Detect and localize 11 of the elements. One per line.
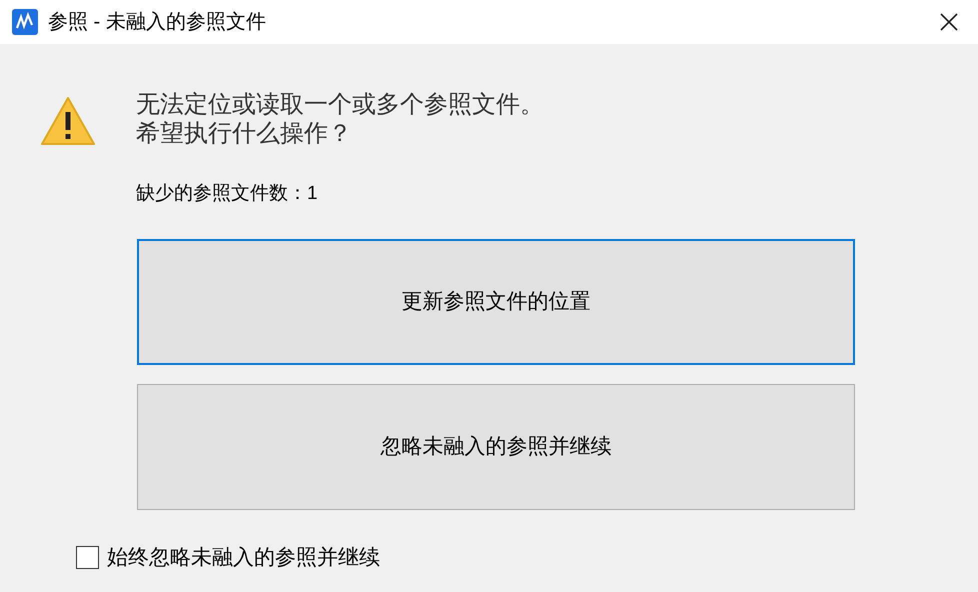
option-button[interactable]: 更新参照文件的位置 [137, 238, 855, 364]
checkbox[interactable] [76, 546, 99, 569]
option-button[interactable]: 忽略未融入的参照并继续 [137, 384, 855, 510]
window-title: 参照 - 未融入的参照文件 [48, 10, 266, 35]
close-icon [939, 12, 959, 32]
message-text: 希望执行什么操作？ [136, 119, 353, 148]
app-icon [12, 9, 38, 35]
missing-count-text: 缺少的参照文件数：1 [136, 182, 319, 206]
message-text: 无法定位或读取一个或多个参照文件。 [136, 90, 544, 119]
warning-icon [40, 96, 96, 146]
checkbox-label: 始终忽略未融入的参照并继续 [107, 544, 380, 570]
